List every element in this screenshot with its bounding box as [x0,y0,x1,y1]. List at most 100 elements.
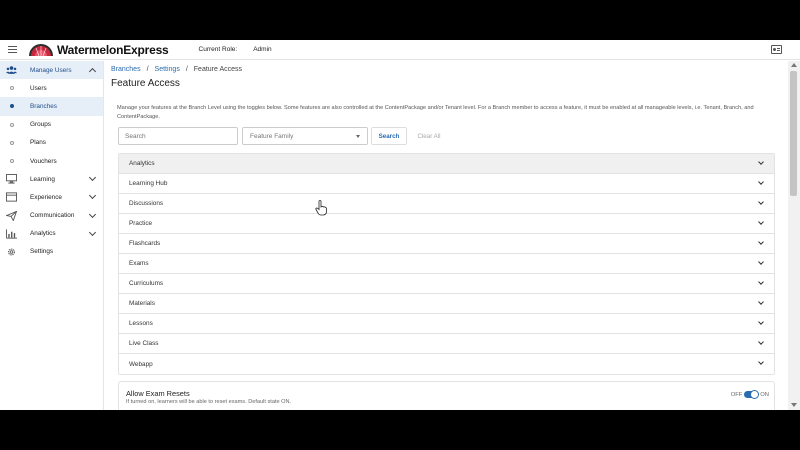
feature-label: Curriculums [129,280,164,287]
feature-label: Live Class [129,340,159,347]
window-icon [6,192,17,202]
logo[interactable]: WatermelonExpress [28,43,169,57]
sidebar-item-users[interactable]: Users [0,79,103,97]
sidebar-item-label: Communication [30,212,75,220]
app-window: WatermelonExpress Current Role: Admin Ma… [0,40,800,410]
sidebar-item-analytics[interactable]: Analytics [0,225,103,243]
breadcrumb: Branches / Settings / Feature Access [111,66,242,73]
breadcrumb-branches[interactable]: Branches [111,66,141,73]
feature-label: Lessons [129,320,153,327]
sidebar: Manage Users Users Branches Groups Plans… [0,61,104,410]
feature-row-lessons[interactable]: Lessons [119,314,774,334]
feature-family-select[interactable]: Feature Family [242,127,368,145]
sidebar-item-communication[interactable]: Communication [0,207,103,225]
chevron-down-icon[interactable] [758,159,764,165]
sidebar-item-label: Learning [30,175,55,183]
sidebar-item-label: Settings [30,248,54,256]
bullet-icon [10,158,14,163]
chevron-up-icon [88,67,97,76]
exam-reset-toggle[interactable]: OFF ON [730,390,769,399]
toggle-track[interactable] [744,390,760,399]
hand-cursor-icon [315,200,327,216]
sidebar-item-label: Experience [30,193,62,201]
feature-row-learning-hub[interactable]: Learning Hub [119,174,774,194]
monitor-icon [6,174,17,184]
chevron-down-icon[interactable] [758,219,764,225]
hamburger-menu-icon[interactable] [1,40,23,60]
chevron-down-icon[interactable] [758,359,764,365]
top-bar: WatermelonExpress Current Role: Admin [0,40,800,60]
sidebar-item-label: Users [30,84,47,92]
chevron-down-icon[interactable] [758,239,764,245]
feature-accordion: Analytics Learning Hub Discussions Pract… [118,153,775,375]
sidebar-item-branches[interactable]: Branches [0,97,103,116]
bullet-icon [10,122,14,127]
chevron-down-icon [88,228,97,236]
watermelon-logo-icon [29,43,53,56]
chevron-down-icon[interactable] [758,339,764,345]
exam-reset-card: Allow Exam Resets If turned on, learners… [118,381,775,410]
clear-all-button[interactable]: Clear All [412,127,446,145]
caret-down-icon [356,135,360,138]
feature-row-practice[interactable]: Practice [119,214,774,234]
sidebar-item-experience[interactable]: Experience [0,188,103,206]
scroll-down-arrow-icon[interactable] [791,403,797,407]
feature-label: Exams [129,260,149,267]
breadcrumb-current: Feature Access [193,66,243,73]
toggle-off-label: OFF [730,391,743,398]
feature-label: Practice [129,220,153,227]
bullet-icon [10,86,14,91]
feature-row-curriculums[interactable]: Curriculums [119,274,774,294]
feature-label: Webapp [129,360,153,368]
chevron-down-icon [88,210,97,218]
exam-reset-description: If turned on, learners will be able to r… [126,399,292,405]
breadcrumb-settings[interactable]: Settings [155,66,180,73]
feature-row-analytics[interactable]: Analytics [119,154,774,174]
breadcrumb-separator: / [185,66,188,73]
feature-row-live-class[interactable]: Live Class [119,334,774,354]
bullet-icon [10,104,14,109]
users-icon [6,66,17,74]
toggle-knob [750,390,760,399]
breadcrumb-separator: / [146,66,149,73]
toggle-on-label: ON [760,391,769,398]
current-role-value[interactable]: Admin [253,46,271,53]
sidebar-item-groups[interactable]: Groups [0,116,103,134]
main-content: Branches / Settings / Feature Access Fea… [104,61,788,410]
sidebar-item-plans[interactable]: Plans [0,134,103,152]
sidebar-item-settings[interactable]: Settings [0,243,103,261]
current-role-label: Current Role: [198,46,238,53]
search-input[interactable] [118,127,238,145]
page-title: Feature Access [111,78,180,89]
chevron-down-icon[interactable] [758,319,764,325]
sidebar-item-manage-users[interactable]: Manage Users [0,61,103,80]
feature-label: Discussions [129,200,164,207]
feature-row-flashcards[interactable]: Flashcards [119,234,774,254]
feature-row-materials[interactable]: Materials [119,294,774,314]
sidebar-item-learning[interactable]: Learning [0,170,103,188]
chevron-down-icon[interactable] [758,259,764,265]
sidebar-item-label: Groups [30,121,51,129]
feature-row-exams[interactable]: Exams [119,254,774,274]
chevron-down-icon [88,174,97,182]
logo-text: WatermelonExpress [57,42,169,57]
chevron-down-icon[interactable] [758,279,764,285]
bullet-icon [10,140,14,145]
chevron-down-icon[interactable] [758,199,764,205]
vertical-scrollbar[interactable] [788,61,800,410]
scroll-up-arrow-icon[interactable] [791,63,797,67]
feature-row-discussions[interactable]: Discussions [119,194,774,214]
sidebar-item-vouchers[interactable]: Vouchers [0,152,103,170]
profile-card-icon[interactable] [771,45,782,54]
feature-label: Materials [129,300,155,307]
send-icon [6,210,17,221]
scrollbar-thumb[interactable] [790,71,797,196]
feature-label: Flashcards [129,240,161,247]
chevron-down-icon[interactable] [758,179,764,185]
feature-label: Learning Hub [129,180,168,187]
sidebar-item-label: Vouchers [30,157,57,165]
search-button[interactable]: Search [371,127,407,145]
exam-reset-title: Allow Exam Resets [126,389,190,398]
feature-row-webapp[interactable]: Webapp [119,354,774,374]
chevron-down-icon[interactable] [758,299,764,305]
